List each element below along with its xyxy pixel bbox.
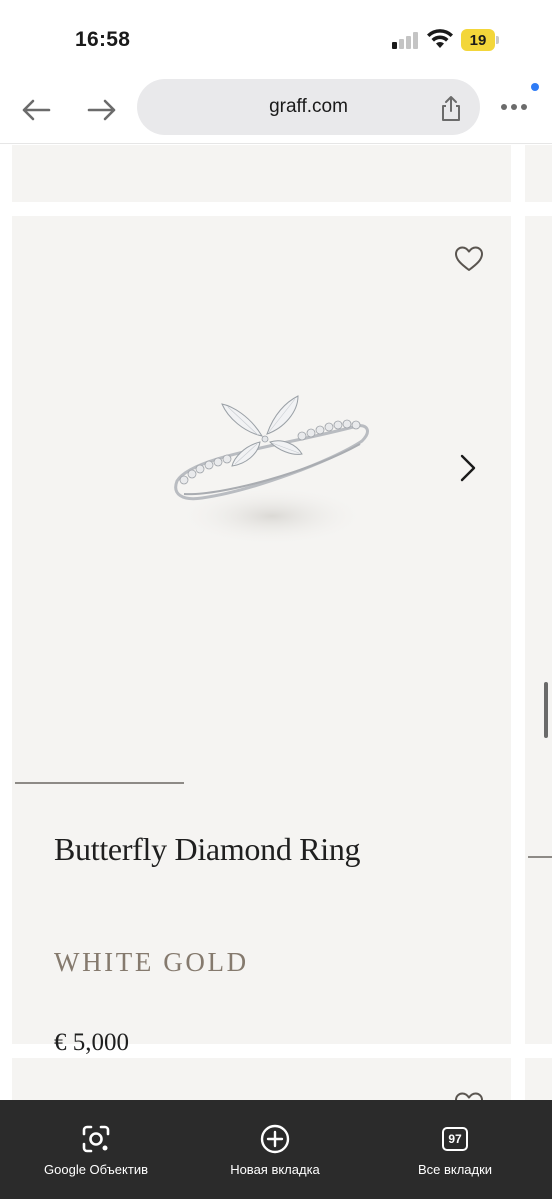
battery-icon: 19 <box>461 29 499 51</box>
google-lens-icon <box>79 1122 113 1156</box>
plus-circle-icon <box>258 1122 292 1156</box>
back-button[interactable] <box>16 90 56 130</box>
back-arrow-icon <box>22 99 51 121</box>
chevron-right-icon <box>460 454 476 482</box>
new-tab-button[interactable]: Новая вкладка <box>210 1122 340 1182</box>
image-progress-bar <box>15 782 511 784</box>
adjacent-card-strip <box>525 145 552 202</box>
share-button[interactable] <box>436 93 466 123</box>
tabs-count: 97 <box>442 1127 468 1151</box>
status-bar: 16:58 19 <box>0 0 552 76</box>
tabs-count-icon: 97 <box>438 1122 472 1156</box>
heart-icon <box>455 246 483 271</box>
more-button[interactable] <box>498 92 538 122</box>
signal-icon <box>392 31 420 49</box>
address-bar[interactable]: graff.com <box>137 79 480 135</box>
browser-toolbar: graff.com <box>0 76 552 144</box>
image-progress-fill <box>15 782 184 784</box>
url-text[interactable]: graff.com <box>137 79 480 135</box>
adjacent-card-strip[interactable] <box>525 216 552 1044</box>
all-tabs-label: Все вкладки <box>417 1162 493 1177</box>
adjacent-card-strip <box>525 1058 552 1100</box>
google-lens-label: Google Объектив <box>44 1162 148 1177</box>
next-product-card[interactable] <box>12 1058 511 1100</box>
product-price: € 5,000 <box>54 1029 129 1056</box>
share-icon <box>442 96 460 121</box>
wifi-icon <box>427 29 453 48</box>
bottom-toolbar: Google Объектив Новая вкладка 97 Все вкл… <box>0 1100 552 1199</box>
product-image[interactable] <box>162 386 382 576</box>
more-dots-icon <box>501 104 527 110</box>
page-content: Butterfly Diamond Ring WHITE GOLD € 5,00… <box>0 145 552 1100</box>
wishlist-button[interactable] <box>452 1088 486 1100</box>
battery-level: 19 <box>461 29 495 51</box>
product-card[interactable]: Butterfly Diamond Ring WHITE GOLD € 5,00… <box>12 216 511 1056</box>
adjacent-progress-line <box>528 856 552 858</box>
next-image-button[interactable] <box>452 446 486 490</box>
product-metal: WHITE GOLD <box>54 947 249 977</box>
previous-product-card[interactable] <box>12 145 511 202</box>
new-tab-label: Новая вкладка <box>230 1162 320 1177</box>
product-name[interactable]: Butterfly Diamond Ring <box>54 831 361 868</box>
page-scrollbar[interactable] <box>544 682 548 738</box>
notification-dot <box>531 83 539 91</box>
forward-arrow-icon <box>87 99 116 121</box>
forward-button[interactable] <box>82 90 122 130</box>
status-time: 16:58 <box>75 28 131 51</box>
heart-icon <box>455 1092 483 1100</box>
wishlist-button[interactable] <box>452 242 486 276</box>
google-lens-button[interactable]: Google Объектив <box>30 1122 162 1182</box>
all-tabs-button[interactable]: 97 Все вкладки <box>400 1122 510 1182</box>
